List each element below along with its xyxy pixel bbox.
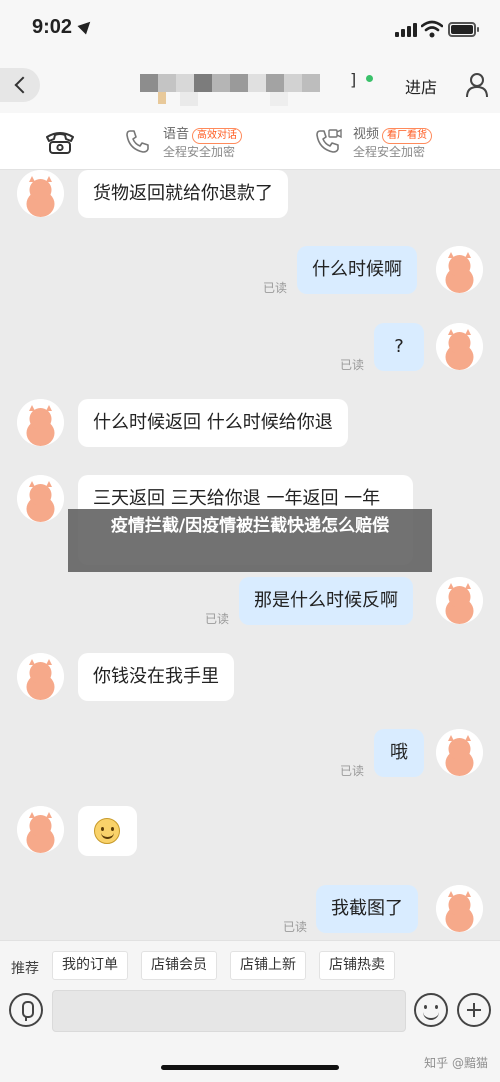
video-call-option[interactable]: 视频 看厂看货 全程安全加密 [314,121,464,163]
message-bubble-incoming[interactable] [78,806,137,856]
blurred-shop-name [140,66,326,112]
online-status-dot [366,75,373,82]
article-title-overlay: 疫情拦截/因疫情被拦截快递怎么赔偿 [68,509,432,572]
user-avatar[interactable] [436,246,483,293]
video-call-icon [316,128,342,153]
chat-header: ] 进店 [0,58,500,113]
video-call-title: 视频 [353,127,380,142]
back-button[interactable] [0,68,40,102]
voice-call-option[interactable]: 语音 高效对话 全程安全加密 [124,121,274,163]
message-bubble-incoming[interactable]: 你钱没在我手里 [78,653,234,701]
watermark: 知乎 @黯猫 [424,1056,488,1070]
chip-my-orders[interactable]: 我的订单 [52,951,128,980]
message-bubble-outgoing[interactable]: 哦 [374,729,424,777]
read-receipt: 已读 [340,764,365,778]
user-avatar[interactable] [436,729,483,776]
message-bubble-outgoing[interactable]: ? [374,323,424,371]
merchant-avatar[interactable] [17,399,64,446]
wifi-icon [421,20,443,38]
message-bubble-outgoing[interactable]: 那是什么时候反啊 [239,577,413,625]
quick-menu-bar: 推荐 我的订单 店铺会员 店铺上新 店铺热卖 [0,940,500,990]
voice-call-subtitle: 全程安全加密 [163,145,236,159]
input-bar: 知乎 @黯猫 [0,990,500,1082]
user-avatar[interactable] [436,323,483,370]
status-time: 9:02 [32,16,73,38]
chip-shop-membership[interactable]: 店铺会员 [141,951,217,980]
voice-input-button[interactable] [9,993,43,1027]
more-options-button[interactable] [457,993,491,1027]
video-call-subtitle: 全程安全加密 [353,145,426,159]
merchant-avatar[interactable] [17,653,64,700]
chip-shop-hot[interactable]: 店铺热卖 [319,951,395,980]
video-call-tag: 看厂看货 [382,128,433,144]
merchant-avatar[interactable] [17,170,64,217]
user-profile-icon[interactable] [465,72,489,98]
battery-icon [448,22,479,37]
status-bar: 9:02 [0,0,500,58]
voice-call-icon [126,130,149,153]
service-bar: 语音 高效对话 全程安全加密 视频 看厂看货 全程安全加密 [0,113,500,170]
read-receipt: 已读 [340,358,365,372]
home-indicator[interactable] [161,1065,339,1070]
read-receipt: 已读 [205,612,230,626]
smile-emoji-icon [94,818,120,844]
voice-call-title: 语音 [163,127,190,142]
enter-shop-button[interactable]: 进店 [405,74,437,98]
message-bubble-outgoing[interactable]: 我截图了 [316,885,418,933]
quick-menu-label: 推荐 [11,961,39,977]
shop-badge-icon: ] [350,70,357,89]
user-avatar[interactable] [436,885,483,932]
merchant-avatar[interactable] [17,806,64,853]
message-bubble-incoming[interactable]: 什么时候返回 什么时候给你退 [78,399,348,447]
telephone-icon[interactable] [44,128,76,156]
read-receipt: 已读 [283,920,308,934]
merchant-avatar[interactable] [17,475,64,522]
message-bubble-incoming[interactable]: 货物返回就给你退款了 [78,170,288,218]
message-bubble-outgoing[interactable]: 什么时候啊 [297,246,417,294]
user-avatar[interactable] [436,577,483,624]
location-arrow-icon [77,17,95,35]
cellular-signal-icon [395,23,419,37]
emoji-button[interactable] [414,993,448,1027]
voice-call-tag: 高效对话 [192,128,243,144]
chip-shop-new[interactable]: 店铺上新 [230,951,306,980]
read-receipt: 已读 [263,281,288,295]
message-input[interactable] [52,990,406,1032]
